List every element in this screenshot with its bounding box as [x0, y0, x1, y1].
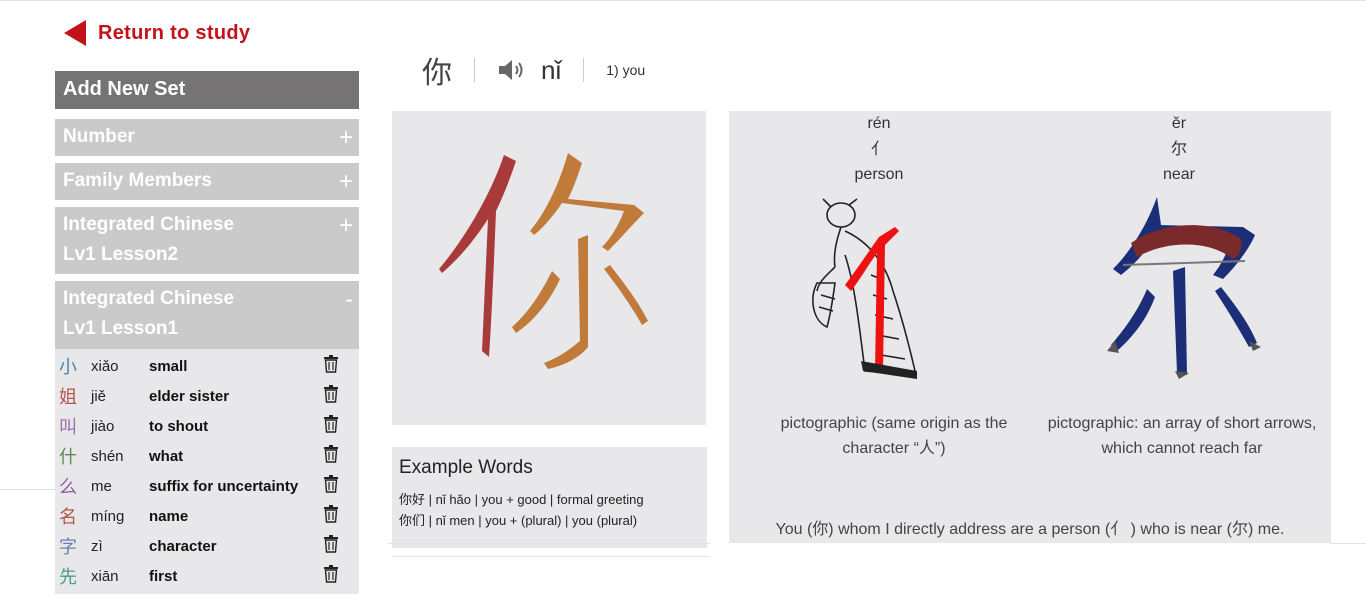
trash-icon[interactable] [323, 355, 339, 373]
expand-plus-icon[interactable]: + [339, 211, 353, 241]
word-row[interactable]: 先 xiān first [55, 561, 359, 591]
word-meaning: character [149, 537, 217, 555]
word-row[interactable]: 姐 jiě elder sister [55, 381, 359, 411]
example-words-panel: Example Words 你好 | nǐ hǎo | you + good |… [392, 447, 707, 548]
speaker-icon[interactable] [497, 58, 527, 82]
word-meaning: to shout [149, 417, 209, 435]
header-hanzi: 你 [422, 56, 452, 91]
word-meaning: name [149, 507, 189, 525]
word-row[interactable]: 什 shén what [55, 441, 359, 471]
trash-icon[interactable] [323, 505, 339, 523]
set-title-line1: Integrated Chinese [63, 214, 235, 235]
word-row[interactable]: 小 xiǎo small [55, 351, 359, 381]
word-meaning: what [149, 447, 184, 465]
component-person: rén 亻 person [829, 112, 929, 188]
etymology-note: pictographic: an array of short arrows, … [1031, 411, 1333, 461]
set-integrated-chinese-lesson1[interactable]: Integrated Chinese Lv1 Lesson1 - [55, 281, 359, 349]
word-char: 么 [59, 477, 77, 498]
word-row[interactable]: 字 zì character [55, 531, 359, 561]
character-header: 你 nǐ 1) you [422, 52, 646, 92]
set-title-line2: Lv1 Lesson2 [63, 244, 179, 265]
return-label: Return to study [98, 21, 251, 44]
collapse-minus-icon[interactable]: - [345, 285, 353, 315]
etymology-summary: You (你) whom I directly address are a pe… [775, 521, 1285, 538]
word-char: 小 [59, 357, 77, 378]
word-char: 叫 [59, 417, 77, 438]
set-family-members[interactable]: Family Members + [55, 163, 359, 200]
example-row: 你们 | nǐ men | you + (plural) | you (plur… [399, 513, 638, 528]
component-pinyin: rén [867, 115, 891, 132]
divider-line [392, 556, 710, 557]
example-row: 你好 | nǐ hǎo | you + good | formal greeti… [399, 492, 644, 507]
trash-icon[interactable] [323, 475, 339, 493]
top-divider [0, 0, 1366, 1]
character-strokes [439, 153, 648, 369]
word-pinyin: míng [91, 507, 125, 525]
trash-icon[interactable] [323, 535, 339, 553]
person-illustration [812, 198, 918, 379]
word-pinyin: me [91, 477, 112, 495]
back-triangle-icon [64, 20, 86, 46]
add-new-set-button[interactable]: Add New Set [55, 71, 359, 109]
expand-plus-icon[interactable]: + [339, 123, 353, 153]
divider-line [0, 489, 56, 490]
set-title: Family Members [63, 170, 212, 191]
word-pinyin: xiān [91, 567, 119, 585]
word-meaning: first [149, 567, 178, 585]
word-row[interactable]: 么 me suffix for uncertainty [55, 471, 359, 501]
return-to-study-link[interactable]: Return to study [64, 20, 250, 46]
header-separator [474, 58, 475, 82]
trash-icon[interactable] [323, 385, 339, 403]
word-row[interactable]: 叫 jiào to shout [55, 411, 359, 441]
trash-icon[interactable] [323, 415, 339, 433]
word-pinyin: jiě [91, 387, 107, 405]
note-line: pictographic: an array of short arrows, [1047, 415, 1317, 432]
word-pinyin: shén [91, 447, 124, 465]
note-line: character “人”) [842, 440, 946, 457]
header-pinyin: nǐ [541, 54, 562, 85]
header-separator [583, 58, 585, 82]
example-words-title: Example Words [399, 457, 533, 478]
expand-plus-icon[interactable]: + [339, 167, 353, 197]
word-char: 先 [59, 567, 77, 588]
note-line: which cannot reach far [1101, 440, 1263, 457]
divider-line [1330, 543, 1366, 544]
set-number[interactable]: Number + [55, 119, 359, 156]
trash-icon[interactable] [323, 565, 339, 583]
word-char: 字 [59, 537, 77, 558]
trash-icon[interactable] [323, 445, 339, 463]
set-integrated-chinese-lesson2[interactable]: Integrated Chinese Lv1 Lesson2 + [55, 207, 359, 274]
set-title-line1: Integrated Chinese [63, 288, 235, 309]
word-meaning: elder sister [149, 387, 230, 405]
note-line: pictographic (same origin as the [780, 415, 1008, 432]
component-near: ěr 尔 near [1129, 112, 1229, 188]
arrows-illustration [1107, 197, 1261, 379]
word-pinyin: xiǎo [91, 357, 119, 375]
set-title: Number [63, 126, 135, 147]
word-char: 姐 [59, 387, 77, 408]
component-char: 尔 [1170, 139, 1187, 158]
word-list: 小 xiǎo small 姐 jiě elder sister 叫 jiào to shout 什… [55, 349, 359, 594]
word-char: 名 [59, 507, 77, 528]
component-pinyin: ěr [1171, 115, 1187, 132]
etymology-note: pictographic (same origin as the charact… [749, 411, 1039, 461]
component-meaning: near [1162, 166, 1196, 183]
header-definition: 1) you [606, 62, 646, 78]
divider-line [388, 543, 710, 544]
sets-sidebar: Add New Set Number + Family Members + In… [55, 71, 359, 594]
word-row[interactable]: 名 míng name [55, 501, 359, 531]
character-card [392, 111, 706, 425]
etymology-panel: rén 亻 person ěr 尔 near pictographic (sam… [729, 111, 1331, 543]
word-pinyin: jiào [91, 417, 115, 435]
set-title-line2: Lv1 Lesson1 [63, 318, 179, 339]
word-meaning: suffix for uncertainty [149, 477, 299, 495]
word-pinyin: zì [91, 537, 103, 555]
word-char: 什 [59, 447, 77, 468]
component-char: 亻 [870, 139, 887, 158]
word-meaning: small [149, 357, 188, 375]
component-meaning: person [854, 166, 904, 183]
